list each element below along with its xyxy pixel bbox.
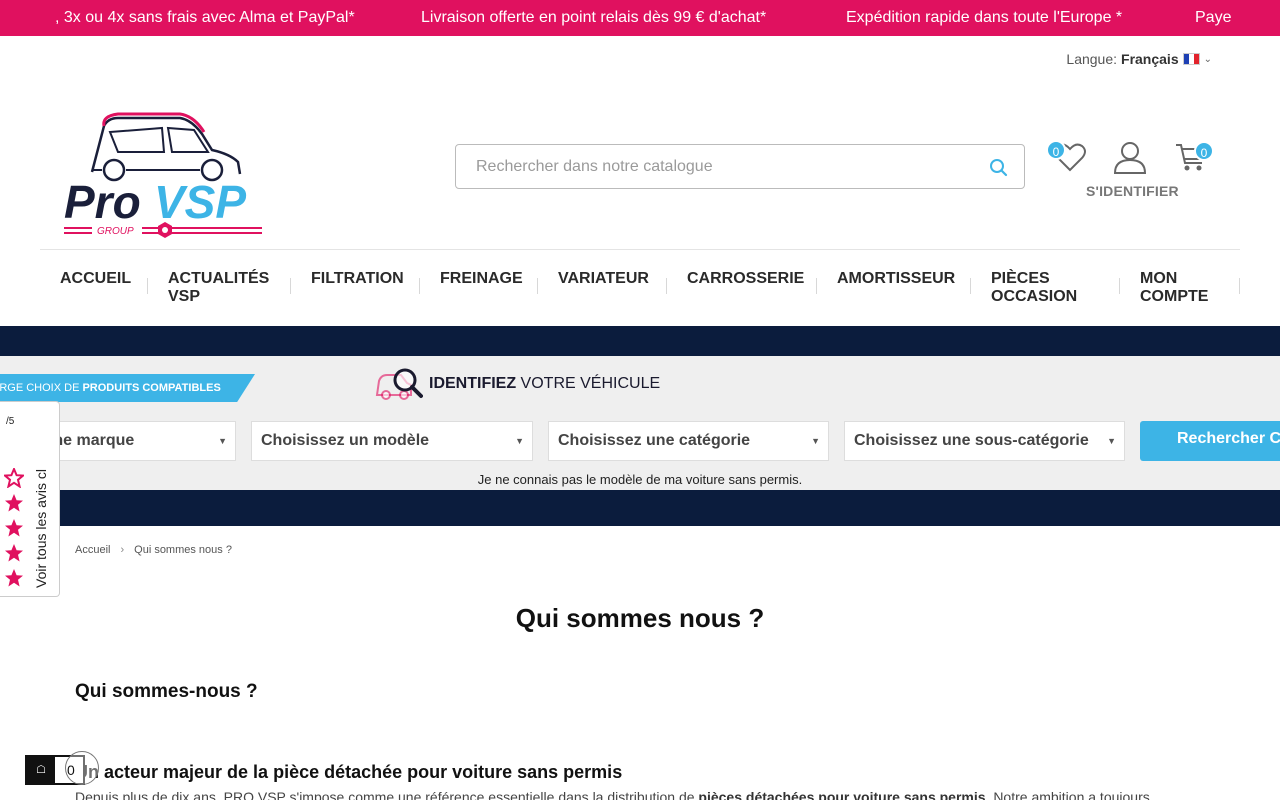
intro-paragraph: Depuis plus de dix ans, PRO VSP s'impose… <box>75 789 1150 800</box>
login-label[interactable]: S'IDENTIFIER <box>1086 183 1179 199</box>
star-icon <box>5 519 23 537</box>
category-select[interactable]: Choisissez une catégorie ▼ <box>548 421 829 461</box>
promo-item: Livraison offerte en point relais dès 99… <box>421 9 767 26</box>
promo-item: , 3x ou 4x sans frais avec Alma et PayPa… <box>55 9 355 26</box>
nav-divider <box>1119 278 1120 294</box>
reviews-widget[interactable]: /5 Voir tous les avis cl <box>0 401 60 597</box>
selector-top-band <box>0 326 1280 356</box>
page-title: Qui sommes nous ? <box>515 603 765 633</box>
basket-icon: ☖ <box>27 757 55 783</box>
subsection-heading: Un acteur majeur de la pièce détachée po… <box>75 762 623 782</box>
breadcrumb: Accueil › Qui sommes nous ? <box>75 544 232 556</box>
model-select-value: Choisissez un modèle <box>261 432 430 449</box>
section-heading: Qui sommes-nous ? <box>75 681 258 702</box>
star-icon <box>5 494 23 512</box>
subcategory-select-value: Choisissez une sous-catégorie <box>854 432 1089 449</box>
cart-count-badge: 0 <box>1194 141 1214 161</box>
wishlist-button[interactable]: 0 <box>1046 140 1088 176</box>
nav-divider <box>1239 278 1240 294</box>
language-selector[interactable]: Langue: Français ⌄ <box>1066 51 1212 67</box>
unknown-model-link[interactable]: Je ne connais pas le modèle de ma voitur… <box>0 472 1280 487</box>
dropdown-arrow-icon: ▼ <box>811 436 820 446</box>
nav-divider <box>290 278 291 294</box>
svg-text:Pro: Pro <box>64 176 141 228</box>
nav-divider <box>970 278 971 294</box>
promo-banner: , 3x ou 4x sans frais avec Alma et PayPa… <box>0 0 1280 36</box>
nav-divider <box>666 278 667 294</box>
france-flag-icon <box>1182 53 1200 65</box>
search-bar <box>455 144 1025 189</box>
nav-item-accueil[interactable]: ACCUEIL <box>60 270 131 288</box>
identify-title: IDENTIFIEZ VOTRE VÉHICULE <box>429 375 661 392</box>
nav-item-mon-compte[interactable]: MON COMPTE <box>1140 270 1220 306</box>
selector-bottom-band <box>0 490 1280 526</box>
cart-button[interactable]: 0 <box>1174 140 1218 176</box>
login-button[interactable] <box>1112 140 1148 176</box>
vehicle-search-button[interactable]: Rechercher C <box>1140 421 1280 461</box>
nav-item-filtration[interactable]: FILTRATION <box>311 270 404 288</box>
search-icon[interactable] <box>988 157 1010 179</box>
svg-text:VSP: VSP <box>154 176 246 228</box>
nav-divider <box>537 278 538 294</box>
subcategory-select[interactable]: Choisissez une sous-catégorie ▼ <box>844 421 1125 461</box>
floating-cart[interactable]: ☖ 0 <box>25 751 99 785</box>
language-value: Français <box>1121 51 1179 67</box>
provsp-logo[interactable]: Pro VSP GROUP <box>62 112 272 242</box>
nav-item-amortisseur[interactable]: AMORTISSEUR <box>837 270 955 288</box>
model-select[interactable]: Choisissez un modèle ▼ <box>251 421 533 461</box>
identify-vehicle-heading: IDENTIFIEZ VOTRE VÉHICULE <box>375 367 660 401</box>
compat-bold: PRODUITS COMPATIBLES <box>82 382 221 394</box>
car-search-icon <box>375 368 423 400</box>
main-nav: ACCUEIL ACTUALITÉS VSP FILTRATION FREINA… <box>0 268 1280 318</box>
promo-item: Expédition rapide dans toute l'Europe * <box>846 9 1123 26</box>
nav-divider <box>419 278 420 294</box>
nav-divider <box>816 278 817 294</box>
dropdown-arrow-icon: ▼ <box>1107 436 1116 446</box>
search-input[interactable] <box>456 145 956 188</box>
chevron-down-icon: ⌄ <box>1203 53 1212 65</box>
nav-item-variateur[interactable]: VARIATEUR <box>558 270 649 288</box>
language-label: Langue: <box>1066 51 1118 67</box>
reviews-label: Voir tous les avis cl <box>33 468 49 588</box>
wishlist-count-badge: 0 <box>1046 140 1066 160</box>
user-icon <box>1113 142 1147 174</box>
nav-item-carrosserie[interactable]: CARROSSERIE <box>687 270 804 288</box>
svg-text:GROUP: GROUP <box>97 226 134 237</box>
compat-prefix: ARGE CHOIX DE <box>0 382 83 394</box>
compatible-products-tag: ARGE CHOIX DE PRODUITS COMPATIBLES <box>0 374 255 402</box>
star-icon <box>5 544 23 562</box>
car-logo-icon: Pro VSP GROUP <box>64 112 262 238</box>
dropdown-arrow-icon: ▼ <box>515 436 524 446</box>
floating-cart-count: 0 <box>67 762 75 778</box>
star-icon <box>5 569 23 587</box>
nav-item-pieces-occasion[interactable]: PIÈCES OCCASION <box>991 270 1091 306</box>
category-select-value: Choisissez une catégorie <box>558 432 751 449</box>
breadcrumb-home[interactable]: Accueil <box>75 544 110 556</box>
chevron-right-icon: › <box>120 544 125 556</box>
breadcrumb-current: Qui sommes nous ? <box>134 544 232 556</box>
nav-item-actualites[interactable]: ACTUALITÉS VSP <box>168 270 278 306</box>
dropdown-arrow-icon: ▼ <box>218 436 227 446</box>
nav-divider <box>147 278 148 294</box>
header-divider <box>40 249 1240 250</box>
star-outline-icon <box>4 468 24 488</box>
promo-item: Paye <box>1195 9 1232 26</box>
nav-item-freinage[interactable]: FREINAGE <box>440 270 523 288</box>
rating-score: /5 <box>6 416 15 427</box>
